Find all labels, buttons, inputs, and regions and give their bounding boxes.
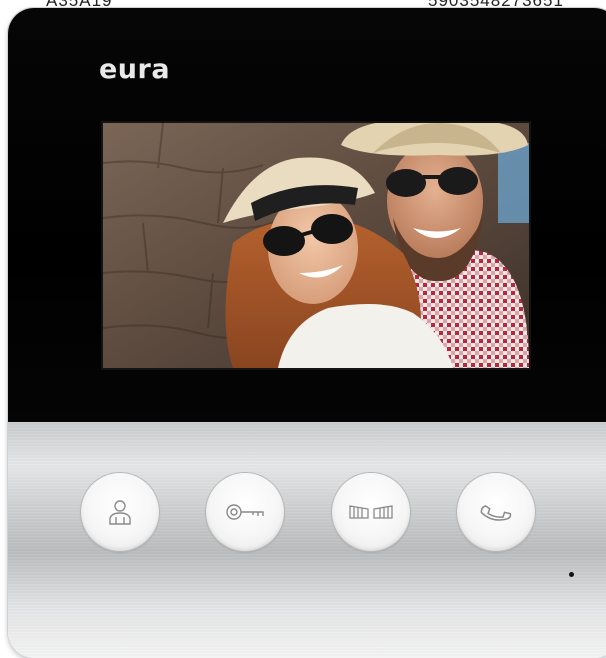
open-gate-button[interactable] (332, 473, 410, 551)
video-screen[interactable] (101, 121, 531, 370)
control-panel (8, 422, 606, 658)
status-led (569, 572, 574, 577)
person-icon (107, 498, 133, 526)
video-intercom-monitor: eura (8, 8, 606, 658)
monitor-bezel: eura (8, 8, 606, 422)
key-icon (225, 502, 265, 522)
unlock-door-button[interactable] (206, 473, 284, 551)
phone-handset-icon (479, 500, 513, 524)
call-handset-button[interactable] (457, 473, 535, 551)
brand-logo: eura (99, 54, 171, 85)
monitor-button[interactable] (81, 473, 159, 551)
gate-icon (348, 503, 394, 521)
video-feed-image (103, 123, 529, 368)
